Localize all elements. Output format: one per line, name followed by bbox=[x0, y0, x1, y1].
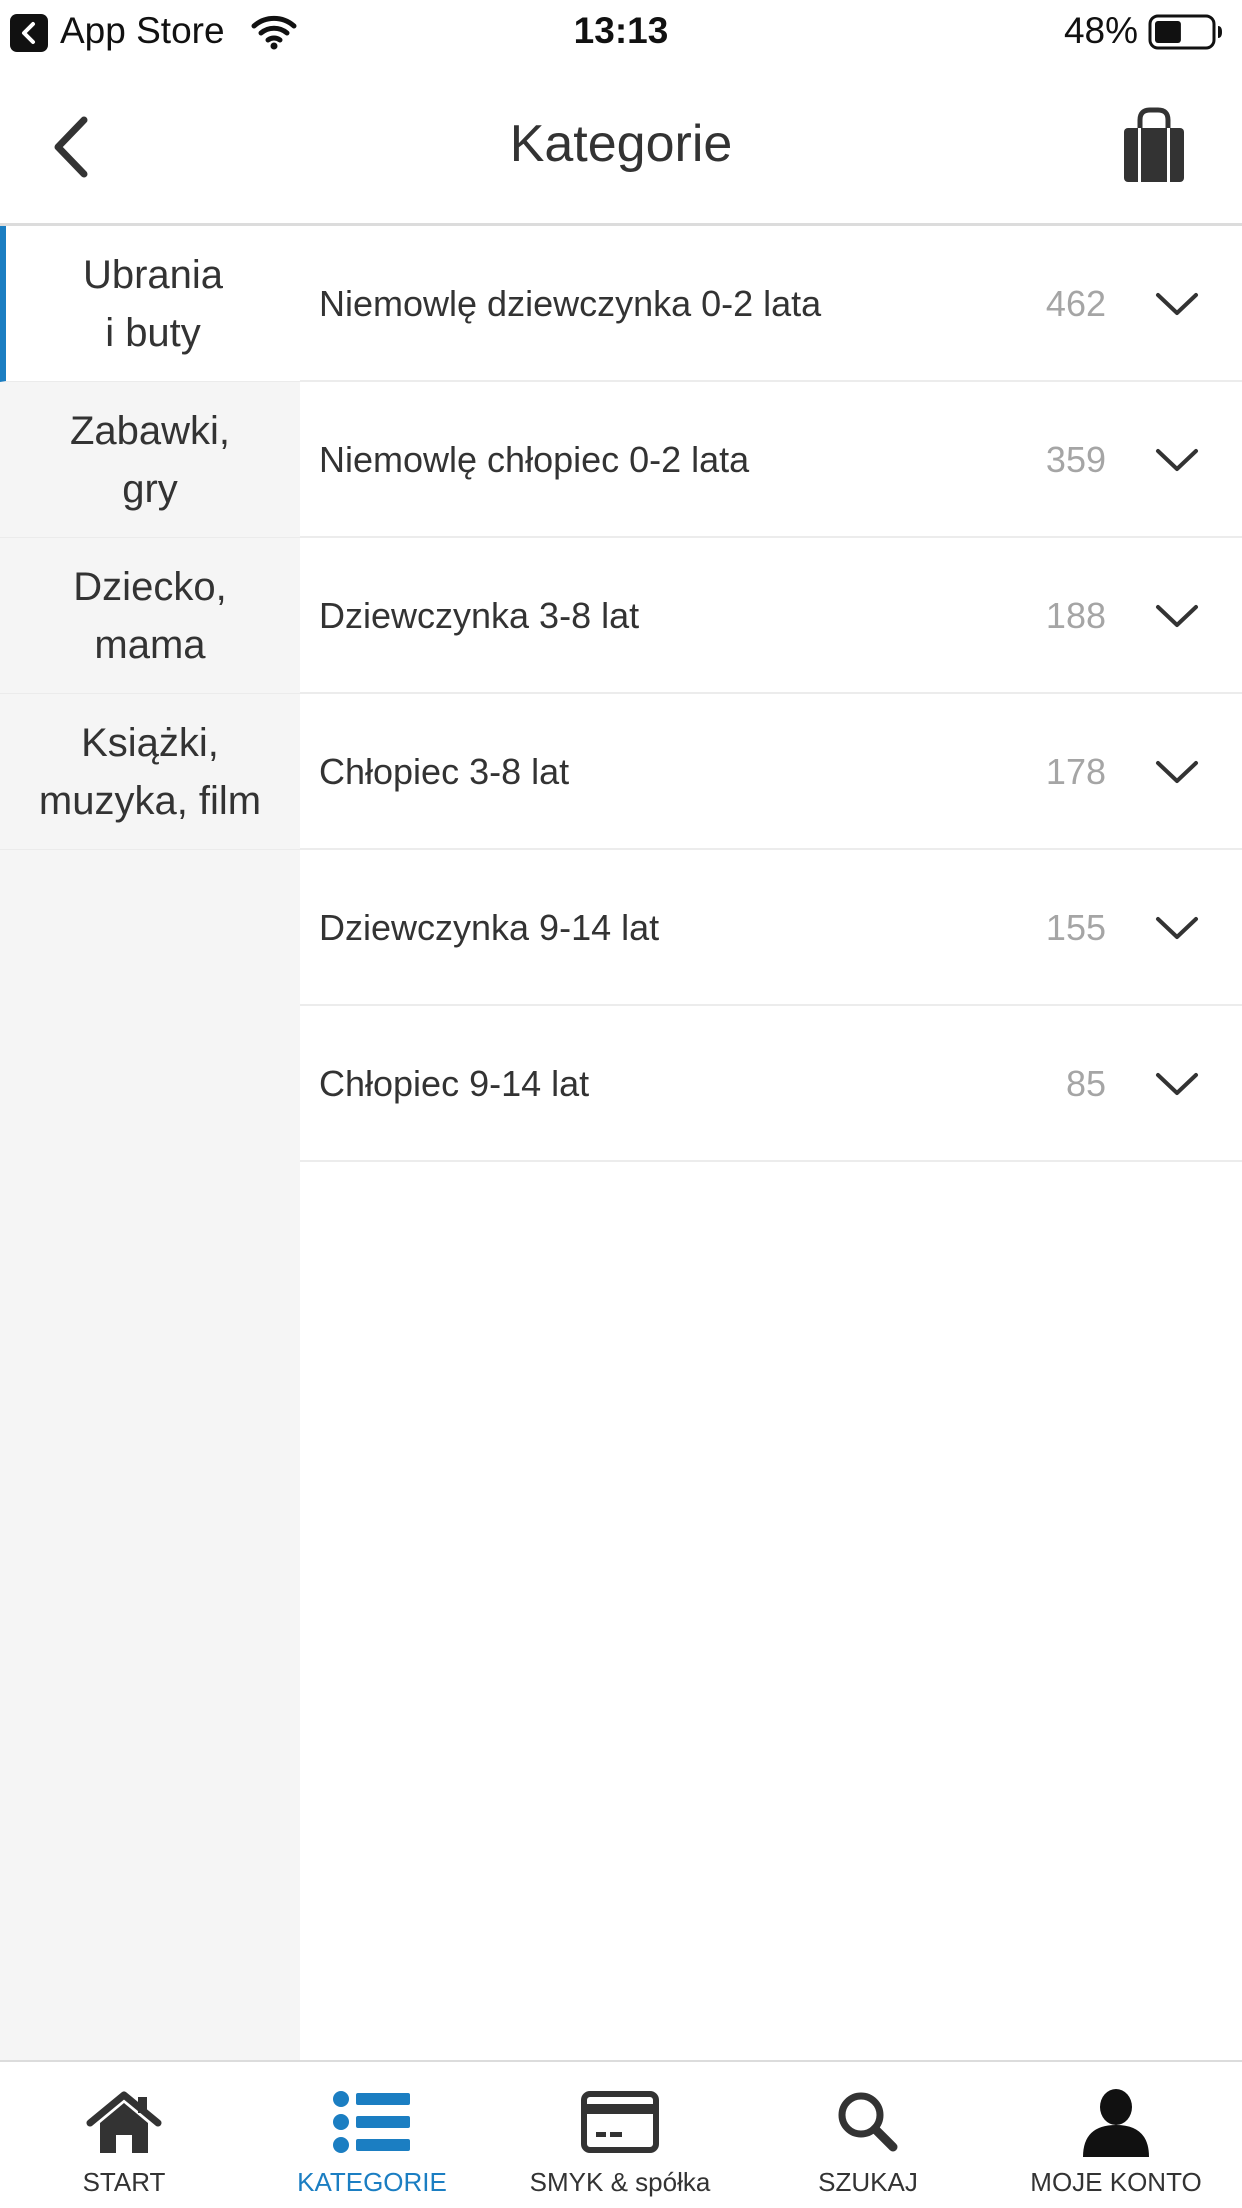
category-count: 178 bbox=[1045, 751, 1106, 792]
tab-label: SMYK & spółka bbox=[529, 2167, 711, 2197]
list-item[interactable]: Dziewczynka 3-8 lat 188 bbox=[300, 538, 1242, 694]
list-item[interactable]: Chłopiec 9-14 lat 85 bbox=[300, 1006, 1242, 1162]
tab-smyk-spolka[interactable]: SMYK & spółka bbox=[496, 2062, 744, 2208]
search-icon bbox=[818, 2086, 918, 2158]
category-label: Dziewczynka 9-14 lat bbox=[319, 907, 660, 948]
sidebar-item-dziecko[interactable]: Dziecko, mama bbox=[0, 538, 300, 694]
tab-moje-konto[interactable]: MOJE KONTO bbox=[992, 2062, 1242, 2208]
category-label: Chłopiec 9-14 lat bbox=[319, 1063, 590, 1104]
category-count: 462 bbox=[1045, 283, 1106, 324]
category-count: 155 bbox=[1045, 907, 1106, 948]
sidebar-item-label: Dziecko, bbox=[73, 564, 227, 609]
tab-start[interactable]: START bbox=[0, 2062, 248, 2208]
category-label: Dziewczynka 3-8 lat bbox=[319, 595, 640, 636]
tab-kategorie[interactable]: KATEGORIE bbox=[248, 2062, 496, 2208]
sidebar-item-label: i buty bbox=[105, 310, 201, 355]
shopping-bag-icon[interactable] bbox=[1120, 106, 1188, 184]
tab-label: SZUKAJ bbox=[818, 2167, 918, 2197]
tab-label: MOJE KONTO bbox=[1030, 2167, 1202, 2197]
chevron-down-icon[interactable] bbox=[1154, 905, 1200, 951]
category-label: Niemowlę chłopiec 0-2 lata bbox=[319, 439, 750, 480]
battery-icon bbox=[1148, 14, 1222, 50]
list-icon bbox=[322, 2086, 422, 2158]
category-label: Niemowlę dziewczynka 0-2 lata bbox=[319, 283, 822, 324]
bottom-tab-bar: START KATEGORIE SMYK & spółka SZUKAJ MOJ… bbox=[0, 2060, 1242, 2208]
chevron-down-icon[interactable] bbox=[1154, 593, 1200, 639]
card-icon bbox=[570, 2086, 670, 2158]
sidebar-item-label: mama bbox=[94, 622, 206, 667]
list-item[interactable]: Niemowlę chłopiec 0-2 lata 359 bbox=[300, 382, 1242, 538]
list-item[interactable]: Dziewczynka 9-14 lat 155 bbox=[300, 850, 1242, 1006]
home-icon bbox=[74, 2086, 174, 2158]
sidebar-item-ubrania[interactable]: Ubrania i buty bbox=[0, 226, 300, 382]
chevron-down-icon[interactable] bbox=[1154, 281, 1200, 327]
list-item[interactable]: Niemowlę dziewczynka 0-2 lata 462 bbox=[300, 226, 1242, 382]
tab-label: KATEGORIE bbox=[297, 2167, 447, 2197]
category-count: 85 bbox=[1065, 1063, 1106, 1104]
category-count: 359 bbox=[1045, 439, 1106, 480]
sidebar-item-label: muzyka, film bbox=[38, 778, 262, 823]
status-bar: App Store 13:13 48% bbox=[0, 0, 1242, 62]
tab-szukaj[interactable]: SZUKAJ bbox=[744, 2062, 992, 2208]
list-item[interactable]: Chłopiec 3-8 lat 178 bbox=[300, 694, 1242, 850]
tab-label: START bbox=[82, 2167, 166, 2197]
sidebar-item-zabawki[interactable]: Zabawki, gry bbox=[0, 382, 300, 538]
category-label: Chłopiec 3-8 lat bbox=[319, 751, 570, 792]
category-count: 188 bbox=[1045, 595, 1106, 636]
user-icon bbox=[1066, 2086, 1166, 2158]
sidebar-item-label: Ubrania bbox=[82, 252, 224, 297]
sidebar-item-label: gry bbox=[122, 466, 178, 511]
page-title: Kategorie bbox=[509, 115, 733, 173]
navigation-bar: Kategorie bbox=[0, 62, 1242, 226]
chevron-down-icon[interactable] bbox=[1154, 437, 1200, 483]
sidebar-item-ksiazki[interactable]: Książki, muzyka, film bbox=[0, 694, 300, 850]
sidebar-item-label: Zabawki, bbox=[69, 408, 231, 453]
category-sidebar: Ubrania i buty Zabawki, gry Dziecko, mama K… bbox=[0, 226, 300, 2060]
sidebar-item-label: Książki, bbox=[81, 720, 219, 765]
chevron-down-icon[interactable] bbox=[1154, 1061, 1200, 1107]
chevron-down-icon[interactable] bbox=[1154, 749, 1200, 795]
clock: 13:13 bbox=[573, 10, 669, 51]
battery-percentage: 48% bbox=[1063, 10, 1138, 51]
